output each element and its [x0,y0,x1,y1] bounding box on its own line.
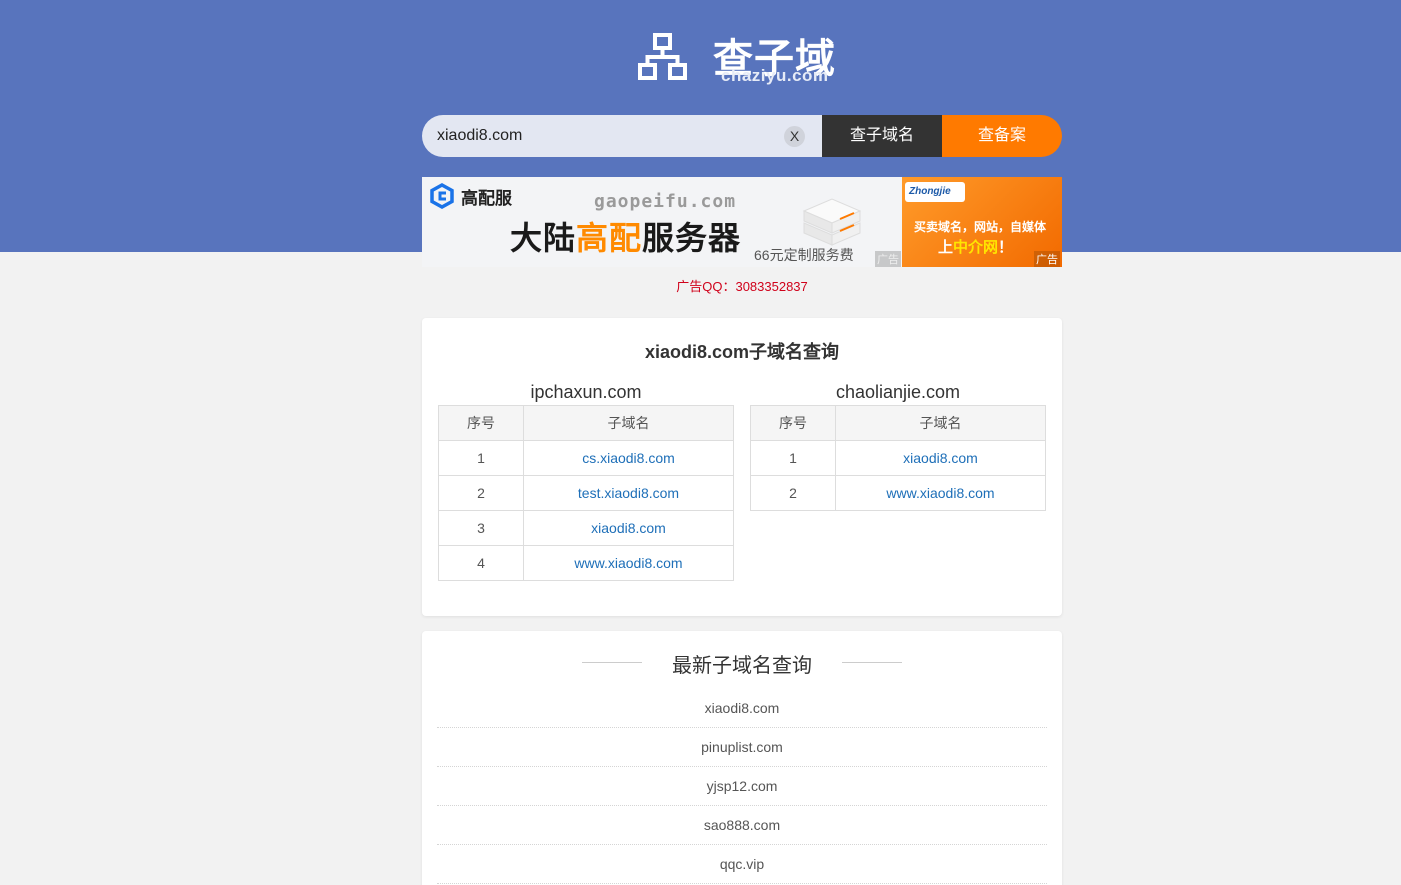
ad-banner-zhongjie[interactable]: Zhongjie 买卖域名，网站，自媒体 上中介网！ 广告 [902,177,1062,267]
column-header-subdomain: 子域名 [523,405,734,441]
ad-right-line1: 买卖域名，网站，自媒体 [914,220,1047,234]
subdomain-link[interactable]: www.xiaodi8.com [574,555,682,571]
table-row: 2 www.xiaodi8.com [750,475,1046,511]
subdomain-cell: xiaodi8.com [523,510,734,546]
ad-brand: 高配服 [429,183,512,209]
logo-domain: chaziyu.com [721,66,829,85]
table-row: 3 xiaodi8.com [438,510,734,546]
row-index: 3 [438,510,524,546]
latest-domain-link[interactable]: yjsp12.com [707,778,778,794]
table-row: 4 www.xiaodi8.com [438,545,734,581]
search-bar: X 查子域名 查备案 [422,115,1062,157]
subdomain-link[interactable]: test.xiaodi8.com [578,485,679,501]
domain-search-input[interactable] [437,115,777,157]
ad-headline-part1: 大陆 [510,219,577,257]
row-index: 2 [750,475,836,511]
ad-right-line2-highlight: 中介网 [953,239,999,256]
table-header-row: 序号 子域名 [438,405,734,441]
subdomain-table: 序号 子域名 1 cs.xiaodi8.com 2 test.xiaodi8.c… [438,405,734,581]
title-divider-right [842,662,902,663]
subdomain-link[interactable]: xiaodi8.com [591,520,666,536]
subdomain-cell: cs.xiaodi8.com [523,440,734,476]
ad-label: 广告 [875,251,901,267]
table-row: 1 cs.xiaodi8.com [438,440,734,476]
latest-queries-title: 最新子域名查询 [672,655,812,677]
ad-price-text: 66元定制服务费 [754,247,854,263]
latest-domain-link[interactable]: xiaodi8.com [705,700,780,716]
list-item: pinuplist.com [437,728,1047,767]
source-table-chaolianjie: chaolianjie.com 序号 子域名 1 xiaodi8.com 2 w… [750,380,1046,511]
source-name: ipchaxun.com [530,382,642,402]
row-index: 1 [438,440,524,476]
subdomain-link[interactable]: cs.xiaodi8.com [582,450,675,466]
subdomain-cell: www.xiaodi8.com [523,545,734,581]
ad-headline: 大陆高配服务器 [510,213,741,259]
source-table-ipchaxun: ipchaxun.com 序号 子域名 1 cs.xiaodi8.com 2 t… [438,380,734,581]
ad-domain: gaopeifu.com [594,191,737,212]
ad-brand-name: 高配服 [461,188,512,208]
column-header-index: 序号 [750,405,836,441]
latest-queries-card: 最新子域名查询 xiaodi8.com pinuplist.com yjsp12… [422,631,1062,885]
ad-label: 广告 [1034,251,1060,267]
ad-right-line2-suffix: ！ [998,239,1014,256]
site-logo[interactable]: 查子域 chaziyu.com [638,28,858,88]
search-field-wrapper: X [422,115,822,157]
ad-contact-text: 广告QQ：3083352837 [676,279,808,294]
query-subdomain-button[interactable]: 查子域名 [822,115,942,157]
subdomain-cell: test.xiaodi8.com [523,475,734,511]
row-index: 2 [438,475,524,511]
ad-headline-part2: 服务器 [642,219,742,257]
row-index: 1 [750,440,836,476]
subdomain-cell: www.xiaodi8.com [835,475,1046,511]
subdomain-table: 序号 子域名 1 xiaodi8.com 2 www.xiaodi8.com [750,405,1046,511]
latest-domain-link[interactable]: pinuplist.com [701,739,783,755]
table-row: 2 test.xiaodi8.com [438,475,734,511]
column-header-index: 序号 [438,405,524,441]
list-item: xiaodi8.com [437,689,1047,728]
column-header-subdomain: 子域名 [835,405,1046,441]
list-item: sao888.com [437,806,1047,845]
subdomain-link[interactable]: xiaodi8.com [903,450,978,466]
source-name: chaolianjie.com [835,382,961,402]
table-row: 1 xiaodi8.com [750,440,1046,476]
ad-banner-gaopeifu[interactable]: 高配服 gaopeifu.com 大陆高配服务器 66元定制服务费 广告 [422,177,902,267]
ad-right-line2: 上中介网！ [938,236,1013,257]
subdomain-cell: xiaodi8.com [835,440,1046,476]
latest-queries-list: xiaodi8.com pinuplist.com yjsp12.com sao… [437,689,1047,884]
gaopeifu-logo-icon [430,183,454,209]
ad-headline-highlight: 高配 [576,219,643,257]
clear-input-button[interactable]: X [784,126,805,147]
latest-domain-link[interactable]: sao888.com [704,817,780,833]
query-icp-button[interactable]: 查备案 [942,115,1062,157]
latest-domain-link[interactable]: qqc.vip [720,856,764,872]
zhongjie-logo: Zhongjie [905,182,965,202]
result-card: xiaodi8.com子域名查询 ipchaxun.com 序号 子域名 1 c… [422,318,1062,616]
sitemap-icon [638,33,687,80]
list-item: qqc.vip [437,845,1047,884]
latest-queries-header: 最新子域名查询 [422,649,1062,677]
subdomain-link[interactable]: www.xiaodi8.com [886,485,994,501]
ad-right-line2-prefix: 上 [938,239,954,256]
row-index: 4 [438,545,524,581]
table-header-row: 序号 子域名 [750,405,1046,441]
list-item: yjsp12.com [437,767,1047,806]
result-title: xiaodi8.com子域名查询 [644,342,840,362]
server-illustration-icon [802,198,862,246]
